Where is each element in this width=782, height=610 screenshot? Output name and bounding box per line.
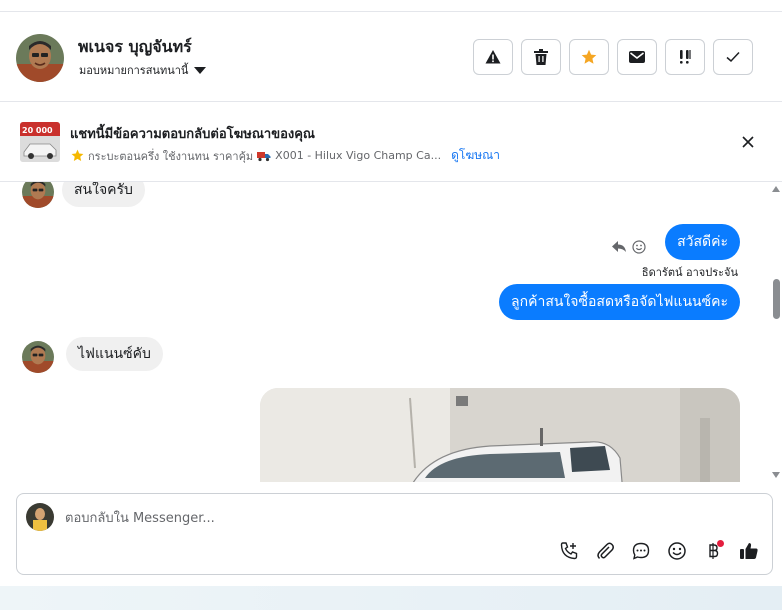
mark-unread-button[interactable] xyxy=(617,39,657,75)
contact-avatar-small xyxy=(22,182,54,208)
notification-dot xyxy=(717,540,724,547)
chevron-down-icon xyxy=(194,66,207,74)
top-strip xyxy=(0,0,782,12)
priority-icon xyxy=(680,50,691,64)
thread-scrollbar[interactable] xyxy=(770,182,782,482)
mark-spam-button[interactable] xyxy=(473,39,513,75)
payment-button[interactable] xyxy=(702,540,724,562)
emoji-icon xyxy=(668,542,686,560)
saved-replies-button[interactable] xyxy=(630,540,652,562)
contact-avatar[interactable] xyxy=(16,34,64,82)
close-icon xyxy=(742,136,754,148)
ad-subtitle-text: กระบะตอนครึ่ง ใช้งานทน ราคาคุ้ม xyxy=(88,149,254,163)
message-tools xyxy=(612,240,646,254)
close-banner-button[interactable] xyxy=(738,132,758,152)
assign-label: มอบหมายการสนทนานี้ xyxy=(79,64,189,77)
mail-icon xyxy=(629,51,645,63)
outgoing-message[interactable]: สวัสดีค่ะ xyxy=(665,224,740,260)
ad-subtitle-item: X001 - Hilux Vigo Champ Ca... xyxy=(275,149,442,162)
message-input[interactable] xyxy=(65,507,725,529)
ad-reply-banner: 20 000 แชทนี้มีข้อความตอบกลับต่อโฆษณาของ… xyxy=(0,102,782,182)
message-composer xyxy=(16,493,773,575)
page-avatar xyxy=(26,503,54,531)
composer-tools xyxy=(558,540,760,562)
assign-dropdown[interactable]: มอบหมายการสนทนานี้ xyxy=(79,61,207,79)
incoming-message[interactable]: ไฟแนนซ์คับ xyxy=(66,337,163,371)
emoji-button[interactable] xyxy=(666,540,688,562)
truck-icon xyxy=(257,151,271,161)
incoming-message[interactable]: สนใจครับ xyxy=(62,182,145,207)
attach-button[interactable] xyxy=(594,540,616,562)
outgoing-message[interactable]: ลูกค้าสนใจซื้อสดหรือจัดไฟแนนซ์คะ xyxy=(499,284,740,320)
ad-banner-subtitle: กระบะตอนครึ่ง ใช้งานทน ราคาคุ้ม X001 - H… xyxy=(71,146,500,165)
contact-avatar-small xyxy=(22,341,54,373)
saved-replies-icon xyxy=(632,542,650,560)
star-icon xyxy=(581,49,597,64)
message-thread: สนใจครับ สวัสดีค่ะ ธิดารัตน์ อาจประจัน ล… xyxy=(0,182,782,482)
scroll-thumb[interactable] xyxy=(773,279,780,319)
warning-icon xyxy=(485,50,501,64)
scroll-down-arrow[interactable] xyxy=(772,472,780,478)
star-button[interactable] xyxy=(569,39,609,75)
view-ad-link[interactable]: ดูโฆษณา xyxy=(451,146,500,165)
like-button[interactable] xyxy=(738,540,760,562)
check-icon xyxy=(726,51,740,63)
star-icon xyxy=(71,149,84,162)
reply-icon[interactable] xyxy=(612,241,626,253)
outgoing-image-message[interactable] xyxy=(260,388,740,482)
add-call-button[interactable] xyxy=(558,540,580,562)
ad-thumb-price: 20 000 xyxy=(22,126,53,135)
header-actions xyxy=(473,39,753,75)
add-call-icon xyxy=(560,542,578,560)
conversation-header: พเนจร บุญจันทร์ มอบหมายการสนทนานี้ xyxy=(0,13,782,102)
page-footer-band xyxy=(0,586,782,610)
delete-button[interactable] xyxy=(521,39,561,75)
follow-up-button[interactable] xyxy=(665,39,705,75)
sender-name: ธิดารัตน์ อาจประจัน xyxy=(641,266,738,279)
attachment-icon xyxy=(597,542,614,560)
like-icon xyxy=(740,543,758,559)
react-emoji-icon[interactable] xyxy=(632,240,646,254)
trash-icon xyxy=(534,49,548,65)
ad-banner-title: แชทนี้มีข้อความตอบกลับต่อโฆษณาของคุณ xyxy=(70,127,315,142)
mark-done-button[interactable] xyxy=(713,39,753,75)
scroll-up-arrow[interactable] xyxy=(772,186,780,192)
ad-thumbnail[interactable]: 20 000 xyxy=(20,122,60,162)
contact-name: พเนจร บุญจันทร์ xyxy=(78,37,192,56)
